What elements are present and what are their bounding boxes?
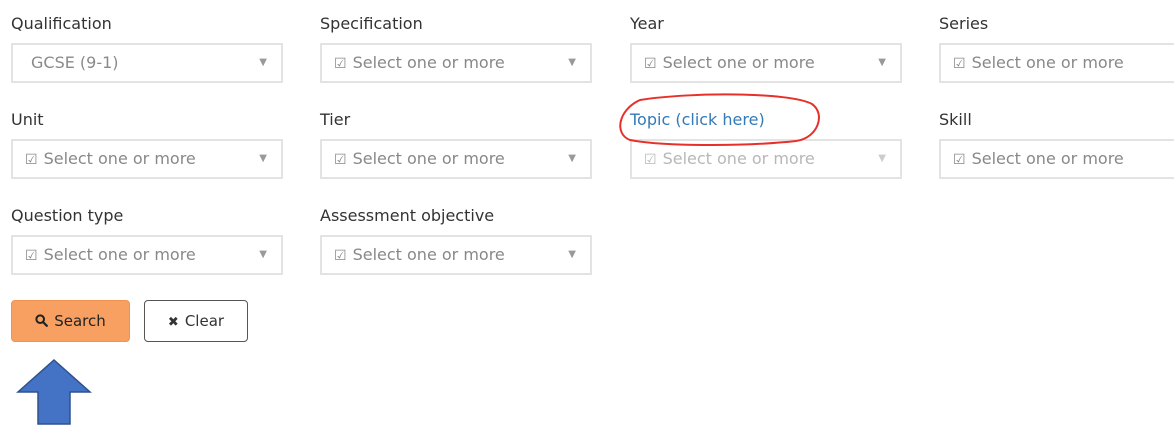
caret-down-icon: ▼	[259, 249, 267, 260]
caret-down-icon: ▼	[259, 57, 267, 68]
checkbox-icon: ☑	[644, 152, 657, 168]
specification-label: Specification	[320, 14, 423, 33]
assessment-objective-field: Assessment objective ☑ Select one or more…	[320, 206, 592, 275]
topic-placeholder: Select one or more	[662, 149, 815, 168]
topic-field: Topic (click here) ☑ Select one or more ▼	[630, 110, 902, 179]
series-select[interactable]: ☑ Select one or more	[939, 43, 1174, 83]
assessment-objective-placeholder: Select one or more	[352, 245, 505, 264]
qualification-value: GCSE (9-1)	[31, 53, 119, 72]
unit-field: Unit ☑ Select one or more ▼	[11, 110, 283, 179]
year-label: Year	[630, 14, 664, 33]
question-type-placeholder: Select one or more	[43, 245, 196, 264]
checkbox-icon: ☑	[25, 152, 38, 168]
search-icon	[35, 303, 49, 343]
series-placeholder: Select one or more	[971, 53, 1124, 72]
specification-select[interactable]: ☑ Select one or more ▼	[320, 43, 592, 83]
topic-link[interactable]: Topic (click here)	[630, 110, 902, 130]
skill-select[interactable]: ☑ Select one or more	[939, 139, 1174, 179]
checkbox-icon: ☑	[644, 56, 657, 72]
specification-placeholder: Select one or more	[352, 53, 505, 72]
search-button-label: Search	[54, 312, 106, 330]
tier-select[interactable]: ☑ Select one or more ▼	[320, 139, 592, 179]
tier-field: Tier ☑ Select one or more ▼	[320, 110, 592, 179]
series-label: Series	[939, 14, 989, 33]
caret-down-icon: ▼	[878, 153, 886, 164]
assessment-objective-label: Assessment objective	[320, 206, 495, 225]
caret-down-icon: ▼	[568, 249, 576, 260]
annotation-arrow-up-icon	[16, 358, 92, 425]
caret-down-icon: ▼	[878, 57, 886, 68]
checkbox-icon: ☑	[334, 152, 347, 168]
assessment-objective-select[interactable]: ☑ Select one or more ▼	[320, 235, 592, 275]
checkbox-icon: ☑	[334, 56, 347, 72]
year-field: Year ☑ Select one or more ▼	[630, 14, 902, 83]
close-icon: ✖	[167, 315, 179, 330]
unit-label: Unit	[11, 110, 44, 129]
question-type-label: Question type	[11, 206, 124, 225]
year-select[interactable]: ☑ Select one or more ▼	[630, 43, 902, 83]
tier-label: Tier	[320, 110, 351, 129]
caret-down-icon: ▼	[259, 153, 267, 164]
checkbox-icon: ☑	[334, 248, 347, 264]
question-type-field: Question type ☑ Select one or more ▼	[11, 206, 283, 275]
qualification-select[interactable]: GCSE (9-1) ▼	[11, 43, 283, 83]
unit-select[interactable]: ☑ Select one or more ▼	[11, 139, 283, 179]
unit-placeholder: Select one or more	[43, 149, 196, 168]
qualification-field: Qualification GCSE (9-1) ▼	[11, 14, 283, 83]
question-type-select[interactable]: ☑ Select one or more ▼	[11, 235, 283, 275]
tier-placeholder: Select one or more	[352, 149, 505, 168]
caret-down-icon: ▼	[568, 153, 576, 164]
skill-label: Skill	[939, 110, 972, 129]
qualification-label: Qualification	[11, 14, 112, 33]
checkbox-icon: ☑	[25, 248, 38, 264]
year-placeholder: Select one or more	[662, 53, 815, 72]
clear-button-label: Clear	[184, 312, 225, 330]
skill-field: Skill ☑ Select one or more	[939, 110, 1174, 179]
topic-select: ☑ Select one or more ▼	[630, 139, 902, 179]
skill-placeholder: Select one or more	[971, 149, 1124, 168]
checkbox-icon: ☑	[953, 152, 966, 168]
specification-field: Specification ☑ Select one or more ▼	[320, 14, 592, 83]
clear-button[interactable]: ✖ Clear	[144, 300, 248, 342]
checkbox-icon: ☑	[953, 56, 966, 72]
series-field: Series ☑ Select one or more	[939, 14, 1174, 83]
search-button[interactable]: Search	[11, 300, 130, 342]
caret-down-icon: ▼	[568, 57, 576, 68]
